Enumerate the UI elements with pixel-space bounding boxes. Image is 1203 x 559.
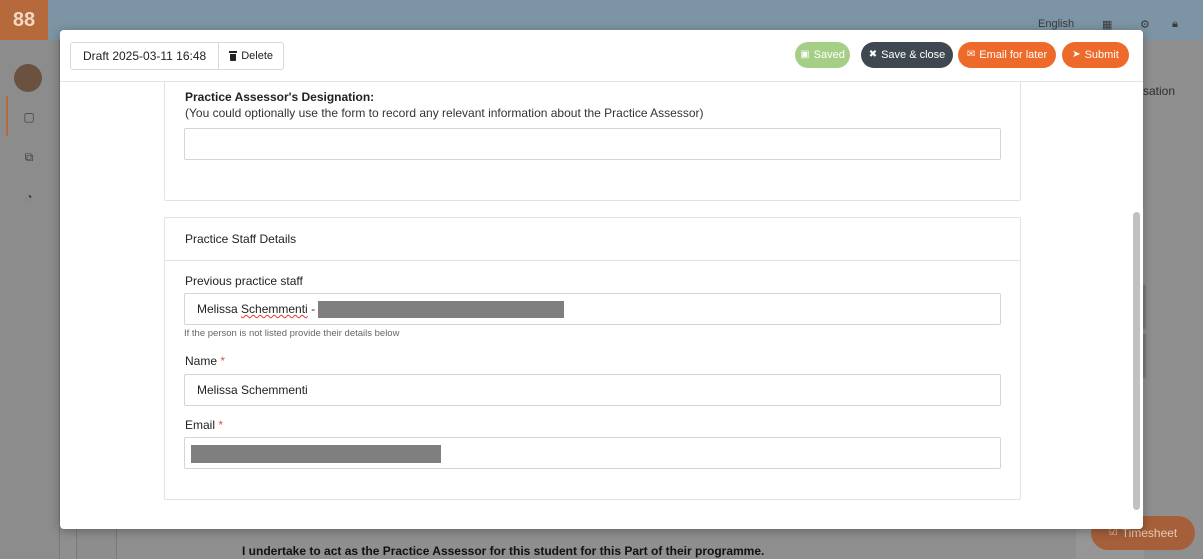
redacted-block bbox=[318, 301, 565, 319]
draft-toolbar: Draft 2025-03-11 16:48 Delete bbox=[70, 42, 284, 70]
close-icon: ✖ bbox=[868, 49, 878, 60]
designation-section: Practice Assessor's Designation: (You co… bbox=[164, 82, 1021, 201]
previous-staff-help: If the person is not listed provide thei… bbox=[184, 328, 400, 339]
copy-icon[interactable]: ⧉ bbox=[22, 150, 36, 164]
redacted-block bbox=[191, 444, 441, 463]
edit-icon: ☑ bbox=[1108, 527, 1118, 538]
modal-header: Draft 2025-03-11 16:48 Delete ▣ Saved ✖ … bbox=[60, 30, 1143, 82]
name-label: Name * bbox=[185, 354, 225, 368]
delete-label: Delete bbox=[241, 50, 273, 62]
save-close-button[interactable]: ✖ Save & close bbox=[861, 42, 953, 68]
sidebar-active-indicator bbox=[6, 96, 8, 136]
avatar[interactable] bbox=[14, 64, 42, 92]
floppy-icon: ▣ bbox=[800, 49, 810, 60]
section-divider bbox=[165, 260, 1020, 261]
saved-label: Saved bbox=[813, 49, 845, 61]
save-close-label: Save & close bbox=[881, 49, 946, 61]
previous-staff-separator: - bbox=[307, 302, 316, 316]
previous-staff-label: Previous practice staff bbox=[185, 274, 303, 288]
email-label-text: Email bbox=[185, 418, 216, 432]
email-label: Email * bbox=[185, 418, 223, 432]
envelope-icon: ✉ bbox=[966, 49, 976, 60]
clock-icon[interactable]: ◔ bbox=[22, 190, 36, 204]
required-marker: * bbox=[218, 418, 224, 432]
email-later-label: Email for later bbox=[979, 49, 1048, 61]
undertaking-statement: I undertake to act as the Practice Asses… bbox=[242, 544, 765, 558]
email-input[interactable] bbox=[184, 437, 1001, 469]
required-marker: * bbox=[220, 354, 226, 368]
designation-label: Practice Assessor's Designation: bbox=[185, 90, 375, 104]
email-later-button[interactable]: ✉ Email for later bbox=[958, 42, 1056, 68]
name-input[interactable]: Melissa Schemmenti bbox=[184, 374, 1001, 406]
designation-input[interactable] bbox=[184, 128, 1001, 160]
app-logo[interactable]: 88 bbox=[0, 0, 48, 40]
saved-button[interactable]: ▣ Saved bbox=[795, 42, 850, 68]
language-selector[interactable]: English bbox=[1038, 18, 1074, 30]
document-icon[interactable]: ▢ bbox=[22, 110, 36, 124]
submit-button[interactable]: ➤ Submit bbox=[1062, 42, 1129, 68]
modal-scrollbar-thumb[interactable] bbox=[1133, 212, 1140, 510]
lock-icon[interactable]: 🔒︎ bbox=[1172, 18, 1178, 31]
trash-icon bbox=[229, 51, 238, 61]
modal-body: Practice Assessor's Designation: (You co… bbox=[60, 82, 1143, 529]
paper-plane-icon: ➤ bbox=[1072, 49, 1081, 60]
submit-label: Submit bbox=[1084, 49, 1119, 61]
previous-staff-first: Melissa bbox=[197, 302, 238, 316]
name-label-text: Name bbox=[185, 354, 218, 368]
draft-label: Draft 2025-03-11 16:48 bbox=[71, 43, 220, 69]
background-heading-fragment: sation bbox=[1143, 84, 1176, 98]
delete-button[interactable]: Delete bbox=[219, 43, 283, 69]
section-title: Practice Staff Details bbox=[185, 232, 297, 246]
previous-staff-last: Schemmenti bbox=[241, 302, 308, 316]
designation-help: (You could optionally use the form to re… bbox=[185, 106, 704, 120]
practice-staff-section: Practice Staff Details Previous practice… bbox=[164, 217, 1021, 500]
form-modal: Draft 2025-03-11 16:48 Delete ▣ Saved ✖ … bbox=[60, 30, 1143, 529]
previous-staff-select[interactable]: Melissa Schemmenti - bbox=[184, 293, 1001, 325]
